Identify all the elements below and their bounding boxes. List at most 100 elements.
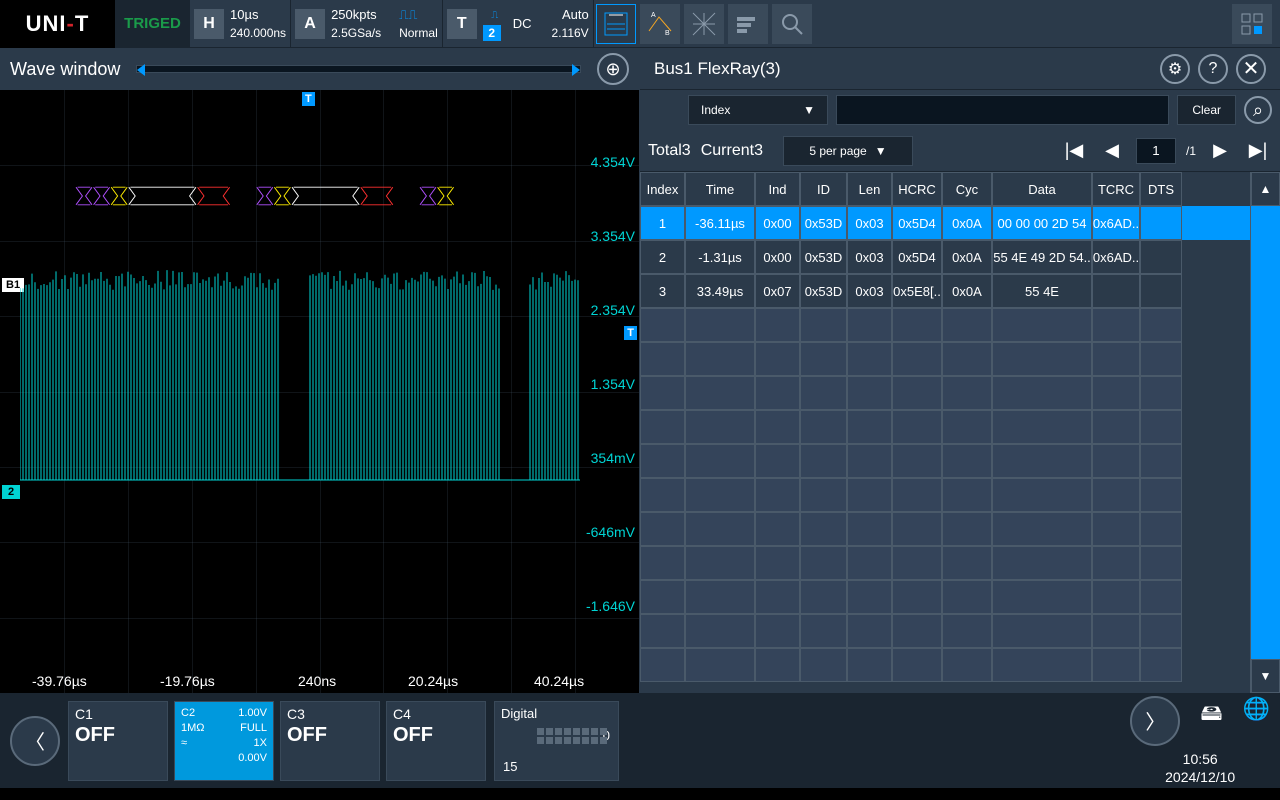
table-row[interactable] <box>640 546 1280 580</box>
h-tag: H <box>194 9 224 39</box>
wave-panel: Wave window ⊕ T B1 2 T 4.354V 3.354V 2.3… <box>0 48 640 693</box>
timebase: 10µs <box>230 6 286 24</box>
settings-icon[interactable]: ⚙ <box>1160 54 1190 84</box>
channel-boxes: C1OFFC21.00V1MΩFULL≈1X0.00VC3OFFC4OFF <box>68 701 486 781</box>
col-cyc[interactable]: Cyc <box>942 172 992 206</box>
scroll-down-icon[interactable]: ▼ <box>1251 659 1280 693</box>
y-label: 4.354V <box>591 154 635 170</box>
sample-rate: 2.5GSa/s <box>331 24 381 42</box>
last-page-button[interactable]: ▶| <box>1244 140 1272 161</box>
table-row[interactable]: 1-36.11µs0x000x53D0x030x5D40x0A00 00 00 … <box>640 206 1280 240</box>
cursor-tool-button[interactable]: AB <box>640 4 680 44</box>
digital-box[interactable]: Digital 0 15 <box>494 701 619 781</box>
horiz-position: 240.000ns <box>230 24 286 42</box>
channel-c3[interactable]: C3OFF <box>280 701 380 781</box>
x-label: 40.24µs <box>534 673 584 689</box>
col-tcrc[interactable]: TCRC <box>1092 172 1140 206</box>
x-label: -19.76µs <box>160 673 215 689</box>
filter-mode-dropdown[interactable]: Index▼ <box>688 95 828 125</box>
trigger-position-marker[interactable]: T <box>302 92 315 106</box>
next-page-button[interactable]: ▶ <box>1206 140 1234 161</box>
trigger-block[interactable]: T ⎍ 2 DC Auto 2.116V <box>443 0 594 48</box>
table-row[interactable]: 333.49µs0x070x53D0x030x5E8[..0x0A55 4E <box>640 274 1280 308</box>
math-tool-button[interactable] <box>684 4 724 44</box>
table-row[interactable] <box>640 478 1280 512</box>
wave-display[interactable]: T B1 2 T 4.354V 3.354V 2.354V 1.354V 354… <box>0 90 639 693</box>
page-input[interactable] <box>1136 138 1176 164</box>
horizontal-block[interactable]: H 10µs 240.000ns <box>190 0 291 48</box>
wave-overview-slider[interactable] <box>136 65 581 73</box>
col-dts[interactable]: DTS <box>1140 172 1182 206</box>
help-icon[interactable]: ? <box>1198 54 1228 84</box>
decode-table: Index Time Ind ID Len HCRC Cyc Data TCRC… <box>640 172 1280 693</box>
mem-depth: 250kpts <box>331 6 381 24</box>
measure-tool-button[interactable] <box>596 4 636 44</box>
usb-icon[interactable]: 🖴 <box>1200 696 1222 746</box>
bus-decode-overlay <box>20 184 468 208</box>
filter-search-icon[interactable]: ⌕ <box>1244 96 1272 124</box>
col-index[interactable]: Index <box>640 172 685 206</box>
first-page-button[interactable]: |◀ <box>1060 140 1088 161</box>
total-label: Total3 <box>648 142 691 160</box>
decode-title: Bus1 FlexRay(3) <box>654 59 1152 79</box>
ch2-marker[interactable]: 2 <box>2 485 20 499</box>
table-row[interactable] <box>640 342 1280 376</box>
decode-pager: Total3 Current3 5 per page▼ |◀ ◀ /1 ▶ ▶| <box>640 130 1280 172</box>
table-row[interactable] <box>640 614 1280 648</box>
clock-date: 2024/12/10 <box>1165 768 1235 786</box>
channel-c2[interactable]: C21.00V1MΩFULL≈1X0.00V <box>174 701 274 781</box>
close-icon[interactable]: ✕ <box>1236 54 1266 84</box>
table-row[interactable] <box>640 580 1280 614</box>
decode-header: Bus1 FlexRay(3) ⚙ ? ✕ <box>640 48 1280 90</box>
x-label: 240ns <box>298 673 336 689</box>
decode-filter-row: Index▼ Clear ⌕ <box>640 90 1280 130</box>
next-page-nav[interactable]: 〉 <box>1130 696 1180 746</box>
ch2-waveform <box>20 265 580 495</box>
apps-button[interactable] <box>1232 4 1272 44</box>
table-row[interactable] <box>640 648 1280 682</box>
acquisition-block[interactable]: A 250kpts 2.5GSa/s ⎍⎍ Normal <box>291 0 443 48</box>
zoom-button[interactable]: ⊕ <box>597 53 629 85</box>
filter-input[interactable] <box>836 95 1169 125</box>
trigger-level-marker[interactable]: T <box>624 326 637 340</box>
t-tag: T <box>447 9 477 39</box>
table-row[interactable]: 2-1.31µs0x000x53D0x030x5D40x0A55 4E 49 2… <box>640 240 1280 274</box>
table-row[interactable] <box>640 308 1280 342</box>
x-label: 20.24µs <box>408 673 458 689</box>
col-len[interactable]: Len <box>847 172 892 206</box>
network-icon[interactable]: 🌐 <box>1243 696 1270 746</box>
table-scrollbar[interactable]: ▲ ▼ <box>1250 172 1280 693</box>
trig-mode: Auto <box>562 6 589 24</box>
trig-coupling: DC <box>513 15 532 33</box>
main-area: Wave window ⊕ T B1 2 T 4.354V 3.354V 2.3… <box>0 48 1280 693</box>
status-area: 〉 🖴 🌐 10:56 2024/12/10 <box>1130 696 1270 786</box>
acq-mode: Normal <box>399 24 438 42</box>
scroll-up-icon[interactable]: ▲ <box>1251 172 1280 206</box>
table-row[interactable] <box>640 444 1280 478</box>
digital-label: Digital <box>501 706 537 721</box>
clear-button[interactable]: Clear <box>1177 95 1236 125</box>
col-hcrc[interactable]: HCRC <box>892 172 942 206</box>
table-row[interactable] <box>640 376 1280 410</box>
trig-level: 2.116V <box>552 24 589 42</box>
channel-c1[interactable]: C1OFF <box>68 701 168 781</box>
top-bar: UNI-T TRIGED H 10µs 240.000ns A 250kpts … <box>0 0 1280 48</box>
search-tool-button[interactable] <box>772 4 812 44</box>
acq-wave-icon: ⎍⎍ <box>399 6 438 24</box>
x-label: -39.76µs <box>32 673 87 689</box>
col-id[interactable]: ID <box>800 172 847 206</box>
ref-tool-button[interactable] <box>728 4 768 44</box>
col-data[interactable]: Data <box>992 172 1092 206</box>
chevron-down-icon: ▼ <box>803 103 815 117</box>
prev-page-button[interactable]: ◀ <box>1098 140 1126 161</box>
perpage-dropdown[interactable]: 5 per page▼ <box>783 136 913 166</box>
col-time[interactable]: Time <box>685 172 755 206</box>
col-ind[interactable]: Ind <box>755 172 800 206</box>
edge-icon: ⎍ <box>483 7 507 25</box>
table-row[interactable] <box>640 512 1280 546</box>
svg-text:A: A <box>651 12 656 19</box>
channel-c4[interactable]: C4OFF <box>386 701 486 781</box>
clock: 10:56 2024/12/10 <box>1165 750 1235 786</box>
table-row[interactable] <box>640 410 1280 444</box>
prev-page-nav[interactable]: 〈 <box>10 716 60 766</box>
